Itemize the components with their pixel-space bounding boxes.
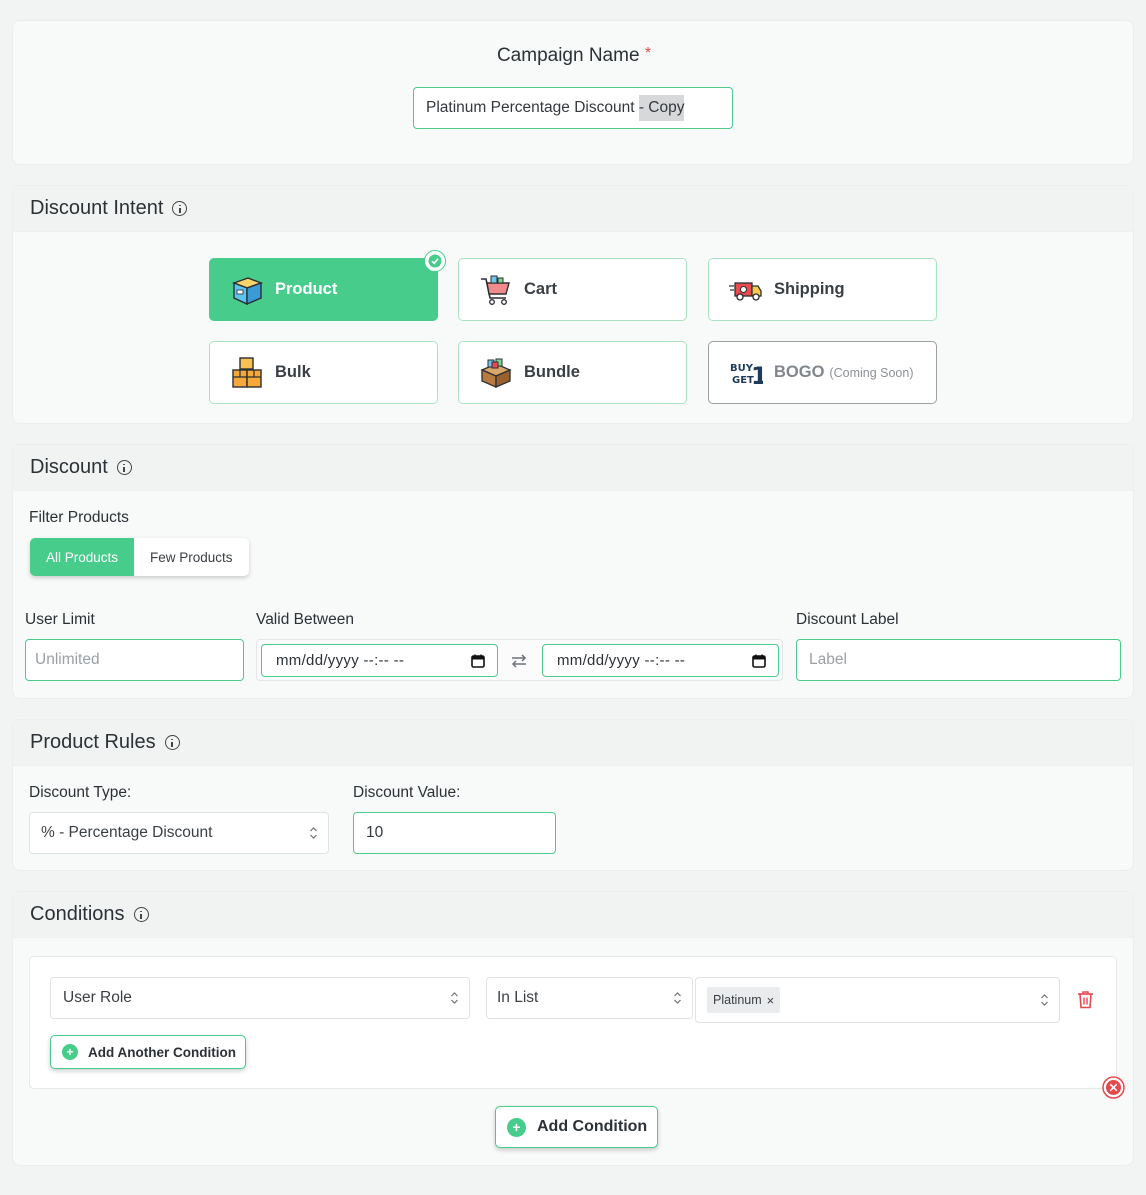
selected-check-icon <box>424 250 446 272</box>
intent-option-bogo[interactable]: BUY GET 1 BOGO (Coming Soon) <box>708 341 937 404</box>
plus-circle-icon: + <box>62 1044 78 1060</box>
condition-values-multiselect[interactable]: Platinum × <box>695 977 1060 1023</box>
user-limit-label: User Limit <box>25 611 95 628</box>
campaign-name-input[interactable]: Platinum Percentage Discount - Copy <box>413 87 733 129</box>
truck-icon <box>729 281 762 301</box>
discount-type-label: Discount Type: <box>29 784 132 801</box>
delete-condition-trash-icon[interactable] <box>1077 990 1094 1009</box>
plus-circle-icon: + <box>507 1117 526 1137</box>
discount-intent-title: Discount Intent <box>30 197 164 219</box>
valid-to-input[interactable]: mm/dd/yyyy --:-- -- <box>542 644 779 677</box>
discount-value-label: Discount Value: <box>353 784 461 801</box>
bundle-icon <box>480 358 512 388</box>
add-condition-button[interactable]: + Add Condition <box>495 1106 659 1148</box>
remove-group-close-icon[interactable] <box>1102 1076 1125 1099</box>
discount-intent-header: Discount Intent <box>13 186 1133 232</box>
discount-title: Discount <box>30 456 108 478</box>
conditions-header: Conditions <box>13 892 1133 938</box>
discount-label-input[interactable]: Label <box>796 639 1121 681</box>
filter-all-products[interactable]: All Products <box>30 538 135 576</box>
coming-soon-note: (Coming Soon) <box>829 365 914 380</box>
intent-option-shipping[interactable]: Shipping <box>708 258 937 321</box>
filter-few-products[interactable]: Few Products <box>134 538 249 576</box>
box-icon <box>231 276 264 305</box>
calendar-icon[interactable] <box>471 654 485 668</box>
swap-arrows-icon <box>511 654 527 668</box>
svg-text:1: 1 <box>751 362 763 390</box>
product-rules-title: Product Rules <box>30 731 156 753</box>
valid-from-input[interactable]: mm/dd/yyyy --:-- -- <box>261 644 498 677</box>
discount-value-input[interactable]: 10 <box>353 812 556 854</box>
boxes-icon <box>232 356 262 388</box>
chevron-up-down-icon <box>1041 994 1048 1006</box>
filter-products-toggle: All Products Few Products <box>30 538 249 576</box>
valid-between-label: Valid Between <box>256 611 354 628</box>
campaign-name-label: Campaign Name * <box>496 45 652 66</box>
chevron-up-down-icon <box>674 992 681 1004</box>
info-icon[interactable] <box>172 201 188 216</box>
add-another-condition-button[interactable]: + Add Another Condition <box>50 1035 246 1069</box>
filter-products-label: Filter Products <box>29 509 129 526</box>
product-rules-header: Product Rules <box>13 720 1133 766</box>
value-tag: Platinum × <box>707 987 781 1013</box>
info-icon[interactable] <box>133 907 149 922</box>
info-icon[interactable] <box>164 735 180 750</box>
intent-option-bulk[interactable]: Bulk <box>209 341 438 404</box>
intent-option-bundle[interactable]: Bundle <box>458 341 687 404</box>
discount-header: Discount <box>13 445 1133 491</box>
cart-icon <box>481 275 510 305</box>
conditions-title: Conditions <box>30 903 125 925</box>
condition-field-select[interactable]: User Role <box>50 977 470 1019</box>
calendar-icon[interactable] <box>752 654 766 668</box>
buy-get-icon: BUY GET 1 <box>730 362 763 390</box>
discount-type-select[interactable]: % - Percentage Discount <box>29 812 329 854</box>
discount-label-label: Discount Label <box>796 611 899 628</box>
intent-option-cart[interactable]: Cart <box>458 258 687 321</box>
chevron-up-down-icon <box>310 827 317 839</box>
intent-option-product[interactable]: Product <box>209 258 438 321</box>
user-limit-input[interactable]: Unlimited <box>25 639 244 681</box>
info-icon[interactable] <box>116 460 132 475</box>
required-mark: * <box>644 45 652 62</box>
condition-operator-select[interactable]: In List <box>486 977 693 1019</box>
selected-text: - Copy <box>638 95 685 121</box>
campaign-name-card: Campaign Name * Platinum Percentage Disc… <box>12 20 1134 165</box>
tag-remove-icon[interactable]: × <box>767 993 775 1008</box>
chevron-up-down-icon <box>451 992 458 1004</box>
